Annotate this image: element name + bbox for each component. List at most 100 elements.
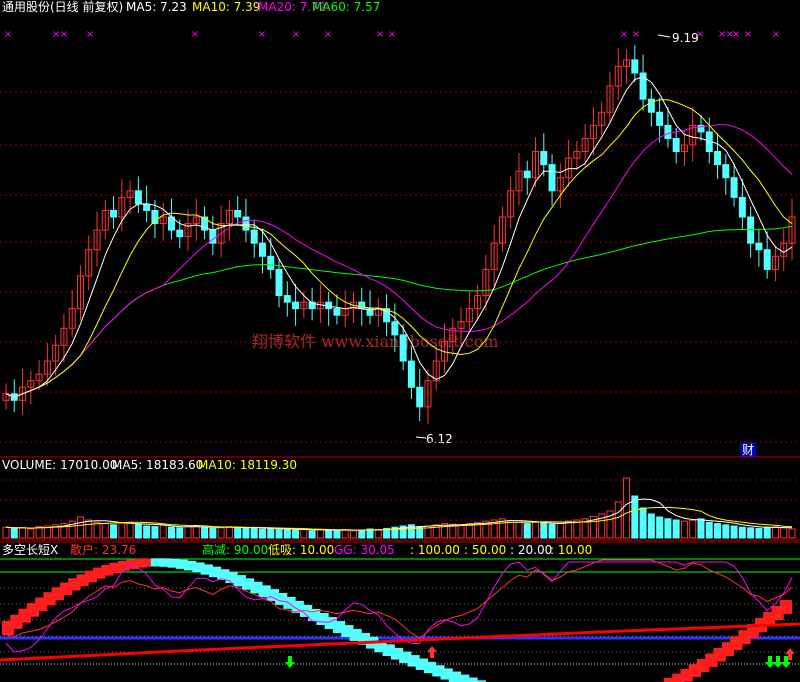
volume-bar: [242, 527, 250, 539]
volume-bar: [631, 495, 639, 539]
top-marker: ×: [60, 29, 68, 40]
candle-body: [714, 151, 722, 166]
candle-body: [292, 301, 300, 310]
volume-bar: [714, 523, 722, 539]
top-marker: ×: [632, 29, 640, 40]
volume-bar: [126, 521, 134, 539]
volume-bar: [780, 527, 788, 539]
candle-body: [631, 59, 639, 74]
volume-bar: [209, 527, 217, 539]
volume-bar: [300, 529, 308, 539]
volume-bar: [192, 525, 200, 539]
candle-body: [143, 203, 151, 211]
volume-bar: [341, 529, 349, 539]
volume-bar: [697, 518, 705, 539]
volume-bar: [176, 527, 184, 539]
candle-body: [722, 164, 730, 179]
ma60-line: [5, 225, 793, 398]
candle-body: [399, 334, 407, 362]
candle-body: [738, 196, 746, 218]
volume-bar: [118, 522, 126, 539]
candle-body: [548, 164, 556, 192]
volume-bar: [358, 529, 366, 539]
candle-body: [333, 308, 341, 316]
volume-bar: [556, 523, 564, 539]
volume-bar: [515, 521, 523, 539]
sell-arrow: [427, 646, 437, 658]
volume-bar: [234, 526, 242, 539]
low-pointer: [415, 436, 427, 439]
volume-bar: [250, 527, 258, 539]
candle-body: [134, 190, 142, 205]
volume-bar: [730, 525, 738, 539]
volume-bar: [27, 528, 35, 539]
top-marker: ×: [696, 29, 704, 40]
candle-body: [664, 124, 672, 139]
top-marker: ×: [86, 29, 94, 40]
candle-body: [730, 177, 738, 198]
stock-chart: × × × × × × × × × × × × × × ×× × ×: [0, 29, 800, 682]
volume-bar: [110, 524, 118, 539]
volume-bar: [85, 519, 93, 539]
high-pointer: [657, 34, 671, 38]
volume-bar: [316, 529, 324, 539]
volume-bar: [722, 524, 730, 539]
top-marker: ×: [772, 29, 780, 40]
volume-bar: [258, 528, 266, 539]
candle-body: [275, 268, 283, 297]
candle-body: [647, 98, 655, 113]
candle-body: [672, 137, 680, 153]
ma5-line: [5, 76, 793, 398]
volume-bar: [333, 529, 341, 539]
top-marker: ×: [620, 29, 628, 40]
top-marker: ×: [744, 29, 752, 40]
volume-bar: [755, 527, 763, 539]
volume-bar: [93, 521, 101, 539]
candle-body: [258, 242, 266, 257]
candle-body: [523, 170, 531, 179]
volume-bar: [788, 528, 796, 539]
volume-bar: [184, 526, 192, 539]
candle-body: [416, 386, 424, 408]
volume-bar: [101, 523, 109, 539]
volume-bar: [689, 520, 697, 539]
volume-bar: [532, 521, 540, 539]
volume-bar: [763, 526, 771, 539]
candle-body: [763, 249, 771, 270]
volume-bar: [134, 523, 142, 539]
candle-body: [176, 229, 184, 238]
candle-body: [391, 321, 399, 336]
top-marker: ×: [732, 29, 740, 40]
volume-bar: [457, 524, 465, 539]
volume-bar: [738, 526, 746, 539]
candle-body: [358, 301, 366, 310]
candle-body: [250, 229, 258, 244]
candle-body: [407, 360, 415, 388]
top-marker: ×: [324, 29, 332, 40]
volume-bar: [267, 527, 275, 539]
volume-bar: [771, 526, 779, 539]
top-marker: ×: [376, 29, 384, 40]
buy-arrow: [285, 656, 295, 668]
oscillator-step: [779, 600, 792, 614]
volume-bar: [656, 516, 664, 539]
candle-body: [540, 151, 548, 166]
volume-bar: [308, 530, 316, 539]
candle-body: [234, 209, 242, 218]
candle-body: [267, 255, 275, 270]
volume-bar: [639, 507, 647, 539]
volume-bar: [159, 524, 167, 539]
candle-body: [747, 216, 755, 244]
candle-body: [283, 295, 291, 303]
candle-body: [242, 216, 250, 231]
volume-bar: [672, 519, 680, 539]
volume-bar: [548, 523, 556, 539]
volume-bar: [225, 526, 233, 539]
volume-bar: [374, 529, 382, 539]
volume-bar: [275, 529, 283, 539]
volume-bar: [565, 520, 573, 539]
candle-body: [656, 111, 664, 126]
volume-bar: [10, 527, 18, 539]
volume-bar: [151, 526, 159, 539]
volume-bar: [747, 527, 755, 539]
